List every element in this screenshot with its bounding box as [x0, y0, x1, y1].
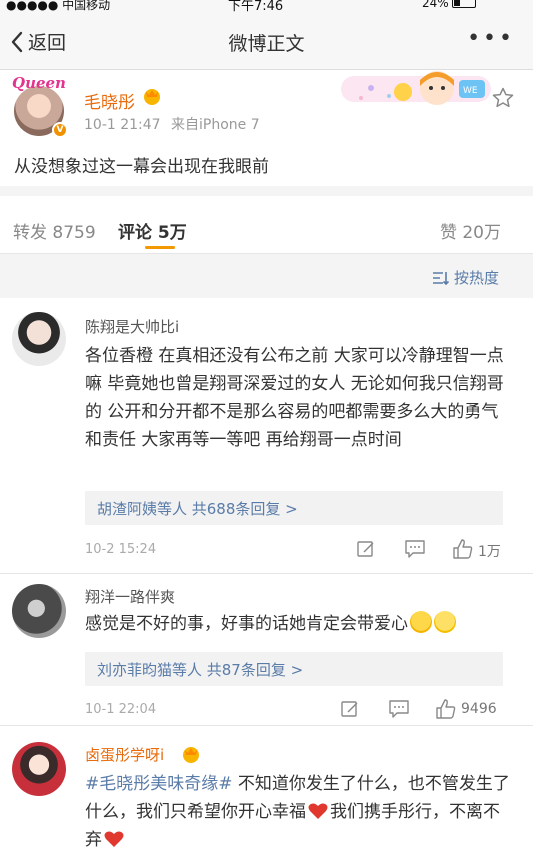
battery-indicator: 24%	[422, 0, 476, 10]
comment-icon[interactable]	[404, 539, 426, 559]
comment-text: 感觉是不好的事，好事的话她肯定会带爱心	[85, 610, 515, 638]
comment-replies-link[interactable]: 刘亦菲昀猫等人 共87条回复 >	[85, 652, 503, 686]
star-icon[interactable]	[491, 86, 515, 110]
decorative-banner: WE	[341, 71, 491, 105]
like-count: 9496	[461, 701, 497, 717]
carrier-label: ●●●●● 中国移动	[6, 0, 111, 12]
more-button[interactable]: •••	[467, 26, 515, 51]
comment-replies-link[interactable]: 胡渣阿姨等人 共688条回复 >	[85, 491, 503, 525]
heart-icon	[308, 803, 328, 819]
author-name[interactable]: 毛晓彤	[84, 88, 135, 113]
commenter-avatar[interactable]	[12, 584, 66, 638]
topic-hashtag-link[interactable]: #毛晓彤美味奇缘#	[85, 774, 233, 794]
post-meta: 10-1 21:47 来自iPhone 7	[84, 114, 260, 134]
battery-percent: 24%	[422, 0, 449, 10]
weibo-post: WE Queen V 毛晓彤 10-1 21:47 来自iPhone 7 从没想…	[0, 70, 533, 186]
tab-repost[interactable]: 转发 8759	[13, 218, 96, 243]
post-source: 来自iPhone 7	[171, 117, 260, 133]
commenter-name[interactable]: 翔洋一路伴爽	[85, 586, 175, 607]
repost-icon[interactable]	[356, 539, 376, 559]
comment-time: 10-2 15:24	[85, 542, 157, 557]
status-bar: ●●●●● 中国移动 下午7:46 24%	[0, 0, 533, 14]
active-tab-indicator	[145, 246, 175, 249]
commenter-name[interactable]: 卤蛋彤学呀i	[85, 744, 164, 765]
sort-by-hot-button[interactable]: 按热度	[432, 267, 499, 288]
author-avatar[interactable]: Queen V	[12, 74, 68, 138]
like-count: 1万	[478, 544, 501, 560]
comment-icon[interactable]	[388, 699, 410, 719]
commenter-name[interactable]: 陈翔是大帅比i	[85, 316, 179, 337]
comment-time: 10-1 22:04	[85, 702, 157, 717]
page-title: 微博正文	[228, 33, 305, 55]
heart-icon	[104, 831, 124, 847]
post-time: 10-1 21:47	[84, 117, 161, 133]
avatar-badge-text: Queen	[12, 74, 66, 92]
commenter-avatar[interactable]	[12, 312, 66, 366]
sad-emoji-icon	[434, 611, 456, 633]
comment-item: 翔洋一路伴爽 感觉是不好的事，好事的话她肯定会带爱心 刘亦菲昀猫等人 共87条回…	[0, 574, 533, 726]
sort-icon	[432, 271, 450, 285]
svg-text:WE: WE	[463, 86, 478, 96]
battery-icon	[451, 0, 476, 8]
post-tabs: 转发 8759 评论 5万 赞 20万	[0, 196, 533, 254]
like-icon[interactable]	[435, 698, 457, 720]
crown-badge-icon	[144, 89, 160, 105]
post-text: 从没想象过这一幕会出现在我眼前	[14, 157, 269, 177]
tab-likes[interactable]: 赞 20万	[440, 218, 501, 243]
comment-text: #毛晓彤美味奇缘# 不知道你发生了什么，也不管发生了什么，我们只希望你开心幸福我…	[85, 770, 515, 854]
comment-text: 各位香橙 在真相还没有公布之前 大家可以冷静理智一点嘛 毕竟她也曾是翔哥深爱过的…	[85, 346, 504, 450]
clock: 下午7:46	[228, 0, 284, 14]
comment-item: 陈翔是大帅比i 各位香橙 在真相还没有公布之前 大家可以冷静理智一点嘛 毕竟她也…	[0, 298, 533, 574]
sort-label: 按热度	[453, 269, 499, 287]
tab-comments[interactable]: 评论 5万	[118, 218, 187, 243]
navigation-bar: 返回 微博正文 •••	[0, 14, 533, 70]
repost-icon[interactable]	[340, 699, 360, 719]
sort-bar: 按热度	[0, 254, 533, 298]
verified-badge-icon: V	[52, 122, 68, 138]
like-icon[interactable]	[452, 538, 474, 560]
comment-text-content: 感觉是不好的事，好事的话她肯定会带爱心	[85, 614, 408, 634]
crown-badge-icon	[183, 747, 199, 763]
cry-emoji-icon	[410, 611, 432, 633]
comment-item: 卤蛋彤学呀i #毛晓彤美味奇缘# 不知道你发生了什么，也不管发生了什么，我们只希…	[0, 726, 533, 854]
comment-list: 陈翔是大帅比i 各位香橙 在真相还没有公布之前 大家可以冷静理智一点嘛 毕竟她也…	[0, 298, 533, 854]
commenter-avatar[interactable]	[12, 742, 66, 796]
